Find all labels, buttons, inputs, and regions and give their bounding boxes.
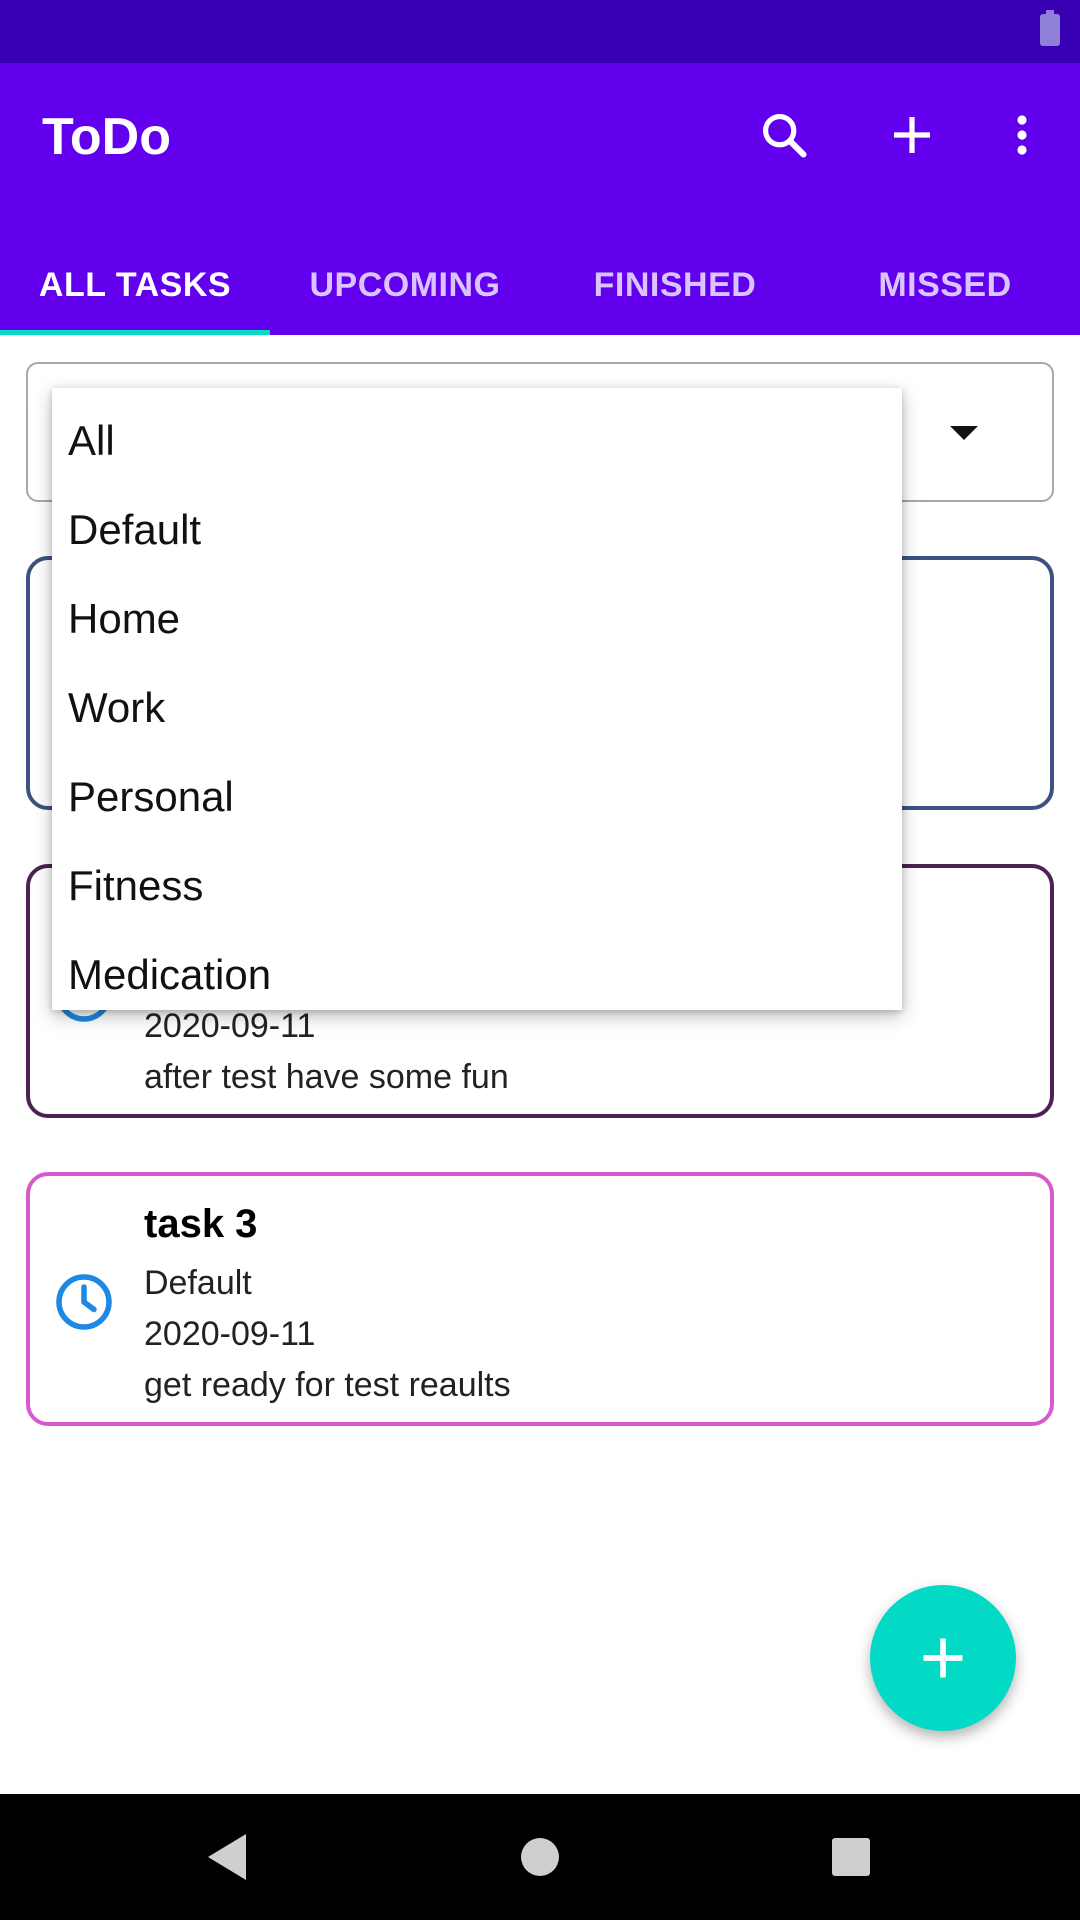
recents-icon[interactable]: [818, 1824, 884, 1890]
dropdown-option-default[interactable]: Default: [52, 485, 902, 574]
search-icon[interactable]: [752, 103, 816, 167]
add-task-button[interactable]: [870, 1585, 1016, 1731]
tab-bar: ALL TASKS UPCOMING FINISHED MISSED: [0, 246, 1080, 335]
task-note: get ready for test reaults: [144, 1366, 511, 1404]
task-card[interactable]: task 3 Default 2020-09-11 get ready for …: [26, 1172, 1054, 1426]
app-bar: ToDo ALL TASKS UPCOMING FINISHED MISSED: [0, 63, 1080, 335]
dropdown-option-medication[interactable]: Medication: [52, 930, 902, 1019]
battery-icon: [1040, 10, 1060, 46]
system-nav-bar: [0, 1794, 1080, 1920]
status-bar: [0, 0, 1080, 63]
task-title: task 3: [144, 1202, 258, 1246]
more-vertical-icon[interactable]: [990, 103, 1054, 167]
tab-finished[interactable]: FINISHED: [540, 246, 810, 335]
task-date: 2020-09-11: [144, 1315, 316, 1353]
tab-missed[interactable]: MISSED: [810, 246, 1080, 335]
tab-indicator: [0, 330, 270, 335]
dropdown-option-home[interactable]: Home: [52, 574, 902, 663]
clock-icon: [56, 1274, 112, 1330]
task-details: task 3 Default 2020-09-11 get ready for …: [144, 1202, 511, 1411]
dropdown-option-personal[interactable]: Personal: [52, 752, 902, 841]
dropdown-option-all[interactable]: All: [52, 396, 902, 485]
home-icon[interactable]: [507, 1824, 573, 1890]
task-note: after test have some fun: [144, 1058, 509, 1096]
plus-icon: [923, 1638, 963, 1678]
dropdown-option-work[interactable]: Work: [52, 663, 902, 752]
app-title: ToDo: [42, 108, 171, 166]
category-dropdown-menu: All Default Home Work Personal Fitness M…: [52, 388, 902, 1010]
tab-all-tasks[interactable]: ALL TASKS: [0, 246, 270, 335]
back-icon[interactable]: [194, 1824, 260, 1890]
task-category: Default: [144, 1264, 252, 1302]
plus-icon[interactable]: [880, 103, 944, 167]
dropdown-option-fitness[interactable]: Fitness: [52, 841, 902, 930]
tab-upcoming[interactable]: UPCOMING: [270, 246, 540, 335]
dropdown-arrow-icon: [950, 426, 978, 440]
